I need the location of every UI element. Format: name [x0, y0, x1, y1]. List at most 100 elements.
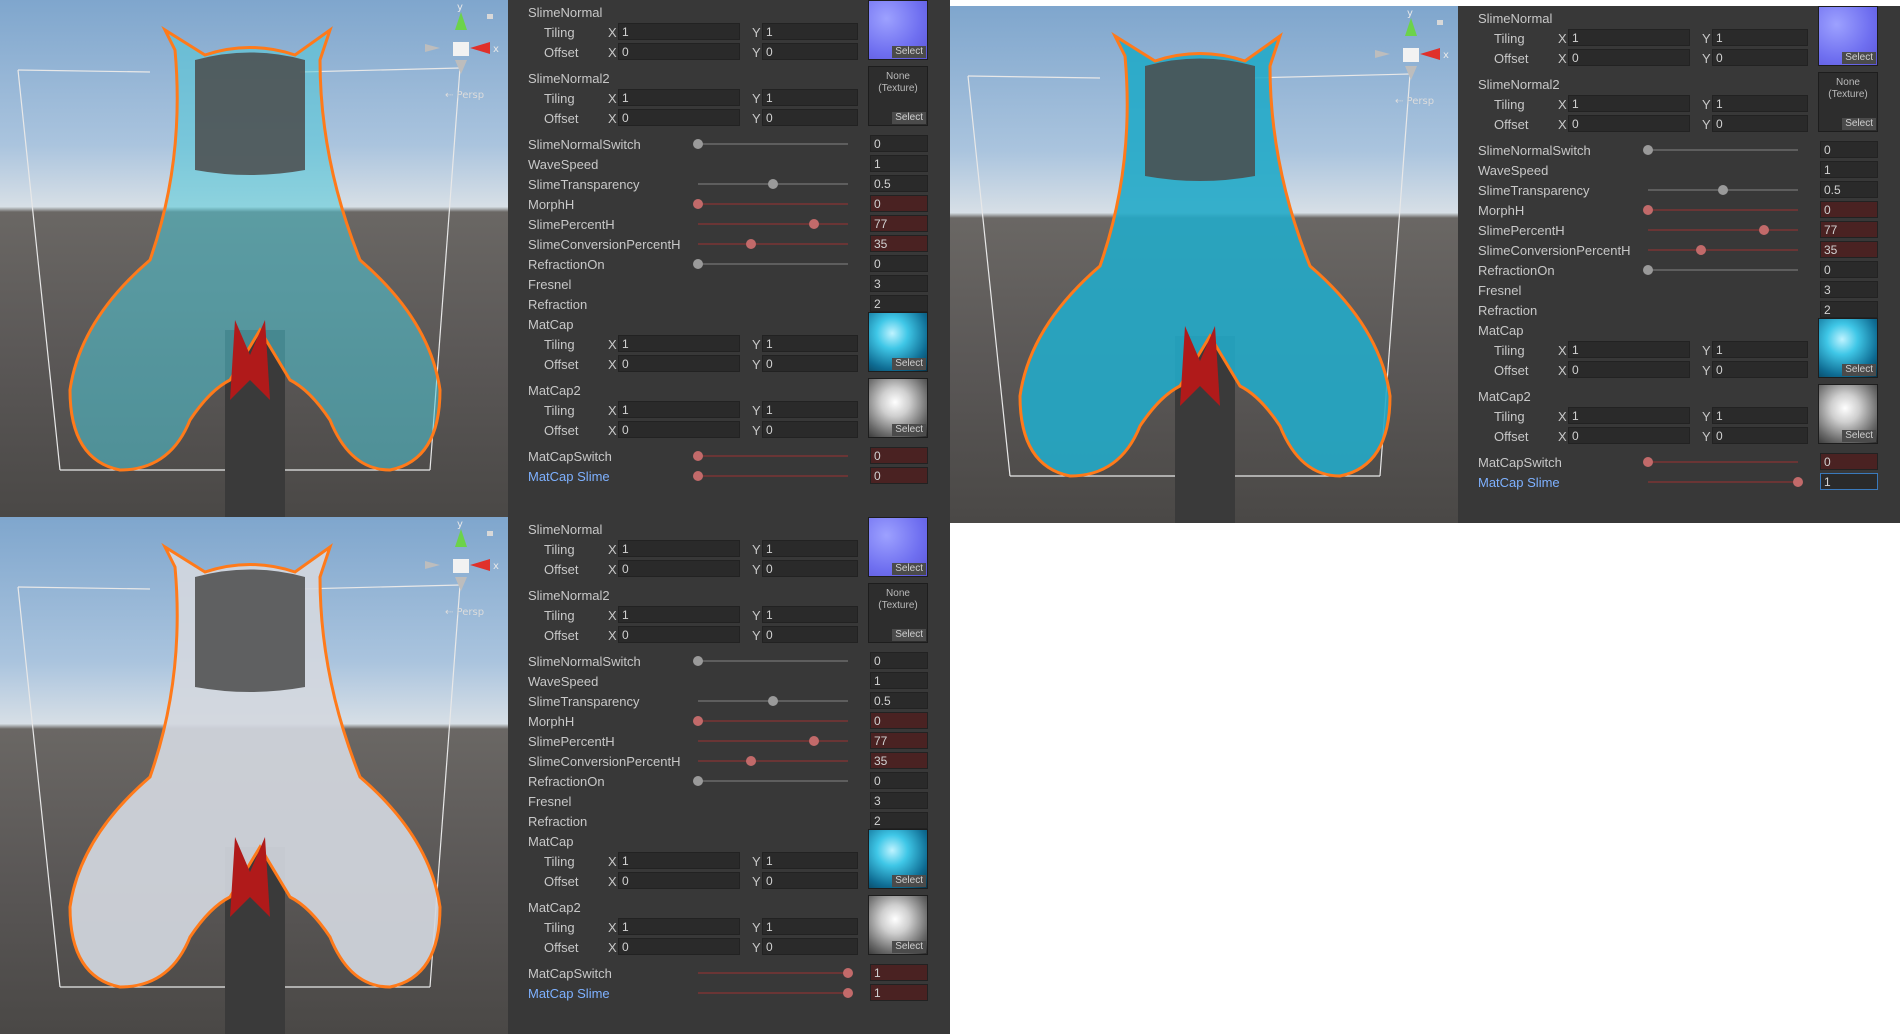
refraction-on-slider-track[interactable]	[1648, 269, 1798, 271]
offset-x-field[interactable]: 0	[1568, 49, 1690, 66]
offset-y-field[interactable]: 0	[1712, 49, 1808, 66]
slime-conversion-percent-h-slider-track[interactable]	[698, 243, 848, 245]
tiling-x-field[interactable]: 1	[1568, 95, 1690, 112]
matcap-slime-value[interactable]: 1	[870, 984, 928, 1001]
slime-normal-switch-slider-track[interactable]	[698, 143, 848, 145]
morph-h-slider-knob[interactable]	[693, 716, 703, 726]
tiling-x-field[interactable]: 1	[618, 401, 740, 418]
slime-percent-h-value[interactable]: 77	[1820, 221, 1878, 238]
orientation-gizmo[interactable]: y x ⇠ Persp	[425, 519, 499, 618]
tiling-y-field[interactable]: 1	[1712, 407, 1808, 424]
tiling-x-field[interactable]: 1	[618, 606, 740, 623]
fresnel-value[interactable]: 3	[870, 275, 928, 292]
tiling-y-field[interactable]: 1	[762, 89, 858, 106]
offset-x-field[interactable]: 0	[1568, 361, 1690, 378]
slime-percent-h-slider-knob[interactable]	[808, 736, 819, 746]
refraction-on-slider-track[interactable]	[698, 780, 848, 782]
tiling-y-field[interactable]: 1	[762, 401, 858, 418]
matcap-slime-slider-track[interactable]	[698, 475, 848, 477]
slime-normal-switch-value[interactable]: 0	[1820, 141, 1878, 158]
refraction-on-slider-knob[interactable]	[1643, 265, 1653, 275]
offset-y-field[interactable]: 0	[762, 109, 858, 126]
tiling-y-field[interactable]: 1	[762, 918, 858, 935]
slime-percent-h-slider-track[interactable]	[698, 740, 848, 742]
tiling-y-field[interactable]: 1	[1712, 29, 1808, 46]
offset-x-field[interactable]: 0	[618, 560, 740, 577]
slime-percent-h-slider-knob[interactable]	[1758, 225, 1769, 235]
refraction-value[interactable]: 2	[870, 295, 928, 312]
tiling-x-field[interactable]: 1	[618, 918, 740, 935]
slime-percent-h-slider-track[interactable]	[1648, 229, 1798, 231]
offset-x-field[interactable]: 0	[618, 872, 740, 889]
slime-transparency-value[interactable]: 0.5	[870, 175, 928, 192]
offset-y-field[interactable]: 0	[1712, 361, 1808, 378]
wave-speed-value[interactable]: 1	[1820, 161, 1878, 178]
morph-h-value[interactable]: 0	[1820, 201, 1878, 218]
morph-h-slider-knob[interactable]	[1643, 205, 1653, 215]
tiling-y-field[interactable]: 1	[1712, 341, 1808, 358]
morph-h-slider-track[interactable]	[1648, 209, 1798, 211]
refraction-on-slider-knob[interactable]	[693, 776, 703, 786]
matcap-switch-value[interactable]: 1	[870, 964, 928, 981]
matcap-slime-value[interactable]: 0	[870, 467, 928, 484]
slime-conversion-percent-h-slider-track[interactable]	[1648, 249, 1798, 251]
refraction-on-value[interactable]: 0	[870, 772, 928, 789]
refraction-value[interactable]: 2	[870, 812, 928, 829]
offset-y-field[interactable]: 0	[762, 938, 858, 955]
tiling-x-field[interactable]: 1	[618, 540, 740, 557]
tiling-y-field[interactable]: 1	[762, 540, 858, 557]
slime-transparency-slider-knob[interactable]	[768, 696, 778, 706]
scene-view[interactable]: y x ⇠ Persp	[0, 0, 508, 517]
slime-transparency-slider-knob[interactable]	[768, 179, 778, 189]
offset-x-field[interactable]: 0	[618, 355, 740, 372]
slime-normal-switch-slider-knob[interactable]	[693, 656, 703, 666]
orientation-gizmo[interactable]: y x ⇠ Persp	[425, 2, 499, 101]
matcap-switch-slider-track[interactable]	[698, 455, 848, 457]
offset-x-field[interactable]: 0	[1568, 427, 1690, 444]
matcap-switch-value[interactable]: 0	[870, 447, 928, 464]
refraction-on-value[interactable]: 0	[870, 255, 928, 272]
offset-x-field[interactable]: 0	[618, 109, 740, 126]
refraction-on-slider-knob[interactable]	[693, 259, 703, 269]
refraction-on-slider-track[interactable]	[698, 263, 848, 265]
tiling-y-field[interactable]: 1	[762, 852, 858, 869]
fresnel-value[interactable]: 3	[870, 792, 928, 809]
matcap-slime-slider-track[interactable]	[698, 992, 848, 994]
tiling-y-field[interactable]: 1	[1712, 95, 1808, 112]
slime-transparency-value[interactable]: 0.5	[870, 692, 928, 709]
slime-conversion-percent-h-slider-knob[interactable]	[745, 239, 756, 249]
matcap-slime-slider-knob[interactable]	[1793, 477, 1803, 487]
matcap-slime-value[interactable]: 1	[1820, 473, 1878, 490]
tiling-y-field[interactable]: 1	[762, 23, 858, 40]
tiling-x-field[interactable]: 1	[618, 852, 740, 869]
matcap-slime-slider-knob[interactable]	[843, 988, 853, 998]
slime-percent-h-value[interactable]: 77	[870, 732, 928, 749]
matcap-switch-slider-track[interactable]	[698, 972, 848, 974]
matcap-slime-slider-track[interactable]	[1648, 481, 1798, 483]
slime-transparency-slider-knob[interactable]	[1718, 185, 1728, 195]
slime-transparency-value[interactable]: 0.5	[1820, 181, 1878, 198]
tiling-x-field[interactable]: 1	[618, 23, 740, 40]
refraction-value[interactable]: 2	[1820, 301, 1878, 318]
morph-h-slider-track[interactable]	[698, 720, 848, 722]
tiling-y-field[interactable]: 1	[762, 606, 858, 623]
slime-normal-switch-slider-track[interactable]	[698, 660, 848, 662]
slime-conversion-percent-h-value[interactable]: 35	[1820, 241, 1878, 258]
slime-conversion-percent-h-slider-knob[interactable]	[1695, 245, 1706, 255]
slime-normal-switch-value[interactable]: 0	[870, 135, 928, 152]
tiling-x-field[interactable]: 1	[618, 89, 740, 106]
slime-percent-h-slider-track[interactable]	[698, 223, 848, 225]
offset-y-field[interactable]: 0	[762, 560, 858, 577]
slime-normal-switch-slider-track[interactable]	[1648, 149, 1798, 151]
slime-percent-h-slider-knob[interactable]	[808, 219, 819, 229]
scene-view[interactable]: y x ⇠ Persp	[0, 517, 508, 1034]
matcap-slime-slider-knob[interactable]	[693, 471, 703, 481]
slime-normal-switch-slider-knob[interactable]	[693, 139, 703, 149]
tiling-y-field[interactable]: 1	[762, 335, 858, 352]
slime-conversion-percent-h-value[interactable]: 35	[870, 752, 928, 769]
tiling-x-field[interactable]: 1	[1568, 341, 1690, 358]
offset-x-field[interactable]: 0	[618, 626, 740, 643]
slime-normal-switch-value[interactable]: 0	[870, 652, 928, 669]
matcap-switch-value[interactable]: 0	[1820, 453, 1878, 470]
offset-x-field[interactable]: 0	[618, 43, 740, 60]
